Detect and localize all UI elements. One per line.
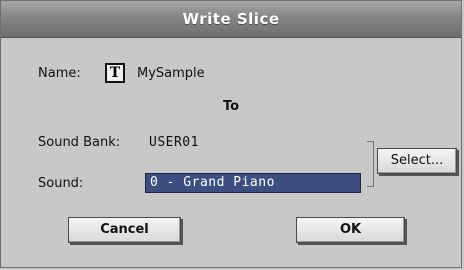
- sound-label: Sound:: [38, 176, 84, 191]
- text-edit-icon[interactable]: T: [105, 63, 125, 83]
- ok-button[interactable]: OK: [296, 217, 405, 243]
- sound-bank-label: Sound Bank:: [38, 135, 121, 150]
- sound-bank-value: USER01: [149, 135, 199, 150]
- dialog-title: Write Slice: [1, 1, 461, 38]
- name-label: Name:: [38, 66, 81, 81]
- sound-field[interactable]: 0 - Grand Piano: [145, 173, 361, 193]
- select-bracket: [367, 141, 374, 187]
- select-button[interactable]: Select...: [377, 148, 457, 174]
- cancel-button[interactable]: Cancel: [68, 217, 181, 243]
- to-label: To: [222, 99, 240, 114]
- name-value: MySample: [137, 66, 205, 81]
- write-slice-dialog: Write Slice Name: T MySample To Sound Ba…: [0, 0, 462, 268]
